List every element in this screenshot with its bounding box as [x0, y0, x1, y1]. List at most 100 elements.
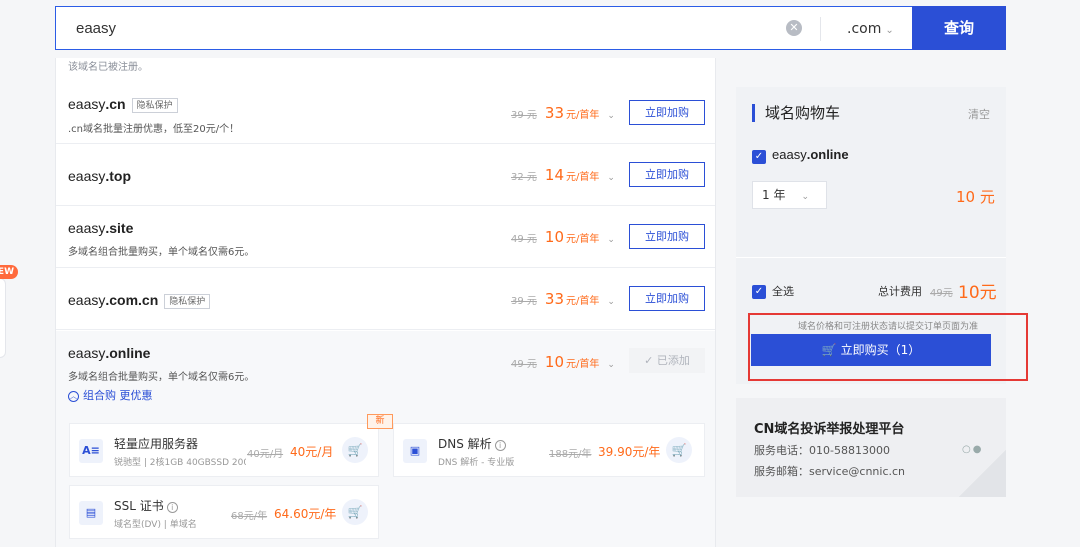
year-value: 1 年 [762, 188, 786, 202]
add-to-cart-button[interactable]: 立即加购 [629, 100, 705, 125]
chevron-down-icon: ⌄ [607, 111, 615, 121]
domain-name: eaasy.top [68, 168, 131, 184]
price-unit: 元/首年 [566, 110, 600, 121]
price-select[interactable]: 39 元 33 元/首年 ⌄ [511, 290, 615, 308]
report-email: 服务邮箱：service@cnnic.cn [754, 465, 906, 478]
chevron-down-icon: ⌄ [801, 192, 809, 202]
info-icon[interactable]: i [494, 440, 506, 451]
combo-toggle-link[interactable]: ︿ 组合购 更优惠 [68, 387, 153, 403]
domain-prefix: eaasy [68, 96, 106, 112]
check-icon: ✓ [644, 354, 657, 367]
original-price: 49 元 [511, 234, 537, 245]
add-cart-icon[interactable]: 🛒 [342, 499, 368, 525]
divider [736, 257, 1006, 258]
product-spec: 锐驰型 | 2核1GB 40GBSSD 200 [114, 458, 246, 468]
domain-tld: .site [105, 220, 134, 236]
decorative-shape [936, 448, 1006, 497]
add-cart-icon[interactable]: 🛒 [342, 437, 368, 463]
results-panel: 该域名已被注册。 eaasy.cn 隐私保护 .cn域名批量注册优惠，低至20元/… [55, 58, 716, 547]
current-price: 14 [544, 166, 564, 184]
price-unit: 元/首年 [566, 172, 600, 183]
current-price: 33 [544, 290, 564, 308]
add-to-cart-button[interactable]: 立即加购 [629, 224, 705, 249]
suffix-value: .com [847, 21, 882, 37]
price-select[interactable]: 39 元 33 元/首年 ⌄ [511, 104, 615, 122]
cart-item-tld: .online [806, 147, 849, 162]
product-card-ssl: ▤ SSL 证书 i 域名型(DV) | 单域名 68元/年 64.60元/年 🛒 [69, 485, 379, 539]
report-title: CN域名投诉举报处理平台 [754, 422, 905, 437]
price-select[interactable]: 49 元 10 元/首年 ⌄ [511, 228, 615, 246]
privacy-tag: 隐私保护 [164, 293, 211, 309]
product-price: 39.90元/年 [598, 445, 661, 459]
domain-tld: .top [105, 168, 132, 184]
domain-row: eaasy.cn 隐私保护 .cn域名批量注册优惠，低至20元/个！ 39 元 33… [56, 82, 715, 144]
original-price: 39 元 [511, 110, 537, 121]
domain-prefix: eaasy [68, 220, 106, 236]
product-original-price: 40元/月 [247, 449, 284, 460]
chevron-down-icon: ⌄ [607, 360, 615, 370]
chevron-down-icon: ⌄ [885, 25, 894, 36]
domain-name: eaasy.com.cn 隐私保护 [68, 292, 211, 309]
select-all-checkbox[interactable]: ✓ [752, 285, 766, 299]
cart-item-prefix: eaasy [772, 147, 807, 162]
product-original-price: 68元/年 [231, 511, 268, 522]
chevron-down-icon: ⌄ [607, 235, 615, 245]
total-price: 10元 [958, 283, 997, 303]
combo-link-label: 组合购 更优惠 [83, 389, 153, 402]
current-price: 33 [544, 104, 564, 122]
domain-row: eaasy.site 多域名组合批量购买，单个域名仅需6元。 49 元 10 元/首… [56, 206, 715, 268]
add-cart-icon[interactable]: 🛒 [666, 437, 692, 463]
price-select[interactable]: 49 元 10 元/首年 ⌄ [511, 353, 615, 371]
added-button: ✓ 已添加 [629, 348, 705, 373]
add-to-cart-button[interactable]: 立即加购 [629, 286, 705, 311]
domain-desc: 多域名组合批量购买，单个域名仅需6元。 [68, 247, 255, 258]
product-price: 40元/月 [290, 445, 334, 459]
domain-tld: .com.cn [105, 292, 159, 308]
new-tag: 新 [367, 414, 393, 429]
chevron-up-icon: ︿ [68, 390, 79, 402]
price-select[interactable]: 32 元 14 元/首年 ⌄ [511, 166, 615, 184]
domain-prefix: eaasy [68, 168, 106, 184]
domain-name: eaasy.site [68, 220, 133, 236]
add-to-cart-button[interactable]: 立即加购 [629, 162, 705, 187]
search-input[interactable] [76, 7, 776, 49]
registered-note: 该域名已被注册。 [68, 62, 148, 73]
close-circle-icon[interactable]: ✕ [786, 20, 802, 36]
domain-prefix: eaasy [68, 292, 106, 308]
expanded-domain-row: eaasy.online 多域名组合批量购买，单个域名仅需6元。 49 元 10 元… [56, 331, 715, 547]
domain-tld: .cn [105, 96, 126, 112]
cart-item-name: eaasy.online [772, 147, 849, 162]
current-price: 10 [544, 228, 564, 246]
carousel-dots[interactable]: ○● [962, 444, 983, 455]
added-label: 已添加 [656, 354, 690, 367]
product-name: SSL 证书 i [114, 497, 178, 514]
price-unit: 元/首年 [566, 296, 600, 307]
cart-item-price: 10 元 [956, 188, 995, 206]
chevron-down-icon: ⌄ [607, 173, 615, 183]
product-spec: DNS 解析 - 专业版 [438, 458, 515, 468]
product-name-text: DNS 解析 [438, 437, 492, 451]
clear-cart-link[interactable]: 清空 [968, 106, 990, 122]
server-icon: A≡ [79, 439, 103, 463]
item-checkbox[interactable]: ✓ [752, 150, 766, 164]
search-button[interactable]: 查询 [912, 6, 1006, 50]
product-spec: 域名型(DV) | 单域名 [114, 520, 197, 530]
chevron-down-icon: ⌄ [607, 297, 615, 307]
product-name: DNS 解析 i [438, 435, 506, 452]
domain-row: eaasy.com.cn 隐私保护 39 元 33 元/首年 ⌄ 立即加购 [56, 268, 715, 330]
year-select[interactable]: 1 年 ⌄ [752, 181, 827, 209]
suffix-select[interactable]: .com ⌄ [820, 17, 912, 41]
info-icon[interactable]: i [166, 502, 178, 513]
select-all-label: 全选 [772, 285, 794, 298]
product-name-text: SSL 证书 [114, 499, 164, 513]
side-card [0, 278, 6, 358]
domain-name: eaasy.cn 隐私保护 [68, 96, 178, 113]
product-card-dns: ▣ DNS 解析 i DNS 解析 - 专业版 188元/年 39.90元/年 🛒 [393, 423, 705, 477]
privacy-tag: 隐私保护 [131, 97, 178, 113]
price-unit: 元/首年 [566, 234, 600, 245]
original-price: 32 元 [511, 172, 537, 183]
product-original-price: 188元/年 [549, 449, 592, 460]
search-bar: ✕ .com⌄ 查询 [55, 6, 1006, 50]
total-label: 总计费用 [878, 285, 922, 298]
domain-prefix: eaasy [68, 345, 106, 361]
